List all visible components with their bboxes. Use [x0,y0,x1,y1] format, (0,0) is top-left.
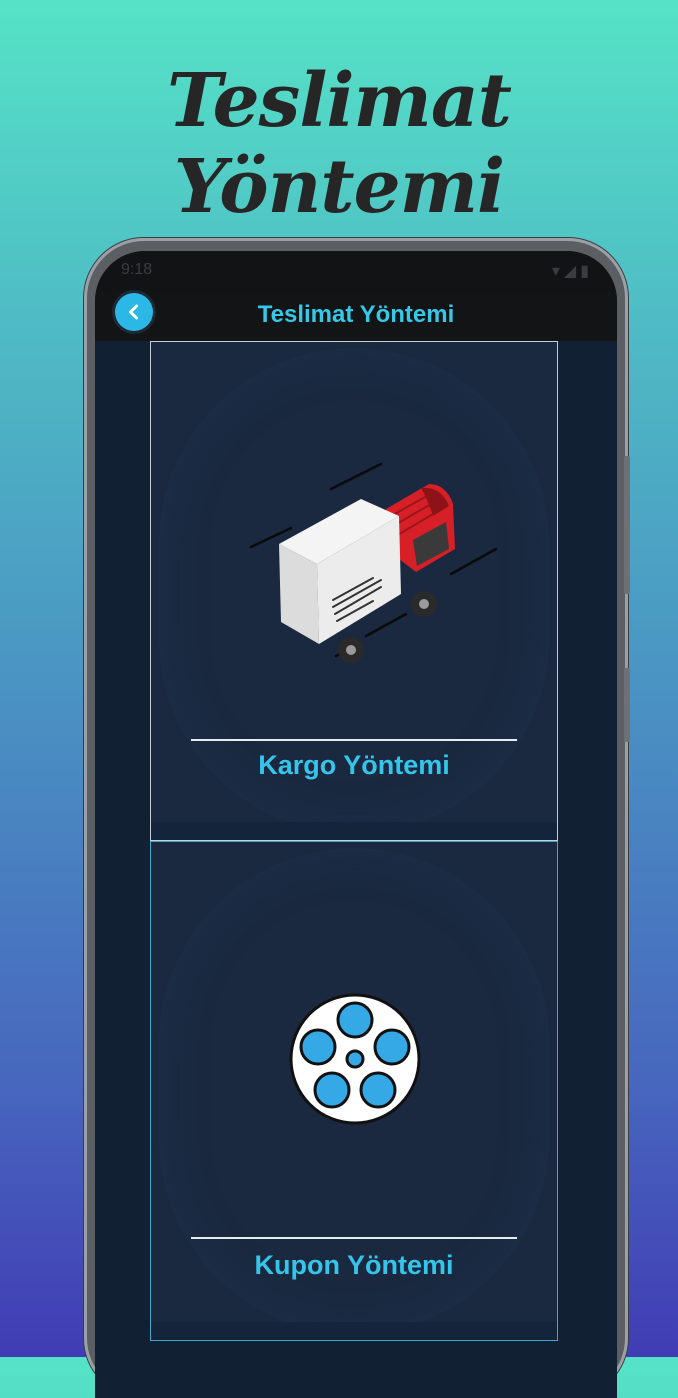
phone-side-button [624,668,630,742]
divider [191,1237,517,1239]
delivery-truck-icon [249,462,498,663]
phone-screen: 9:18 ▾◢▮ Teslimat Yöntemi Kargo Yöntemi … [95,251,617,1398]
phone-side-button [624,456,630,594]
promo-title: Teslimat Yöntemi [167,58,512,230]
option-label: Kupon Yöntemi [254,1250,454,1280]
status-time: 9:18 [121,261,153,278]
option-card-kupon[interactable]: Kupon Yöntemi [150,841,558,1341]
option-label: Kargo Yöntemi [258,750,450,780]
options-list: Kargo Yöntemi Kupon Yöntemi [95,341,617,1398]
page-title: Teslimat Yöntemi [257,301,455,328]
status-icons: ▾◢▮ [551,263,593,280]
status-bar: 9:18 ▾◢▮ [95,251,617,291]
phone-frame: 9:18 ▾◢▮ Teslimat Yöntemi Kargo Yöntemi … [84,238,630,1398]
option-card-kargo[interactable]: Kargo Yöntemi [150,341,558,841]
divider [191,739,517,741]
app-bar: Teslimat Yöntemi [95,291,617,341]
film-reel-icon [289,993,421,1125]
